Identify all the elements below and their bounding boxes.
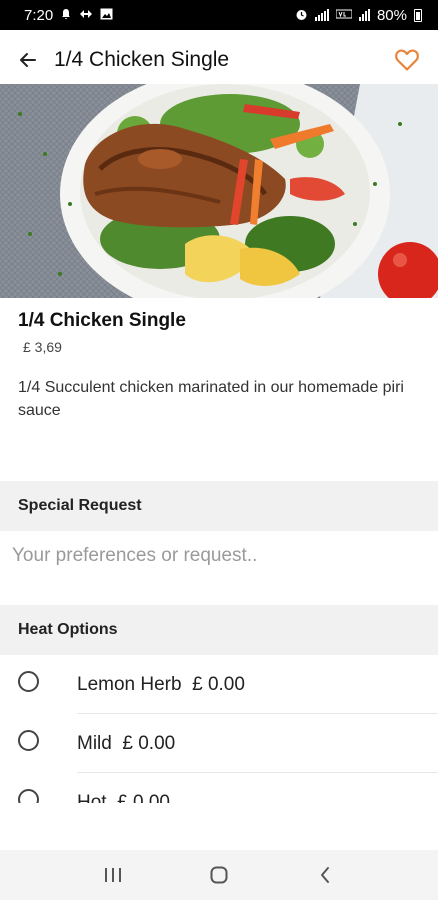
alarm-icon — [295, 8, 308, 23]
heat-options-header: Heat Options — [0, 605, 438, 655]
product-price: £ 3,69 — [23, 339, 62, 355]
heat-option-mild[interactable]: Mild £ 0.00 — [0, 714, 438, 773]
arrow-left-icon — [20, 53, 36, 67]
status-bar: 7:20 80% — [0, 0, 438, 30]
nav-back-button[interactable] — [303, 853, 347, 897]
product-description: 1/4 Succulent chicken marinated in our h… — [18, 379, 404, 419]
battery-icon — [414, 8, 422, 22]
heat-option-label: Hot £ 0.00 — [77, 792, 170, 803]
cast-icon — [79, 8, 93, 22]
status-right: 80% — [295, 7, 422, 24]
recent-apps-button[interactable] — [91, 853, 135, 897]
signal-icon-2 — [358, 9, 370, 21]
favorite-button[interactable] — [392, 45, 422, 75]
home-icon — [210, 866, 228, 884]
heat-option-lemon-herb[interactable]: Lemon Herb £ 0.00 — [0, 655, 438, 714]
back-icon — [321, 867, 329, 883]
product-image — [0, 84, 438, 298]
heat-option-label: Mild £ 0.00 — [77, 733, 176, 754]
recent-apps-icon — [105, 868, 121, 882]
radio-button[interactable] — [18, 730, 39, 751]
heat-options-list[interactable]: Lemon Herb £ 0.00 Mild £ 0.00 Hot £ 0.00 — [0, 655, 438, 803]
heart-outline-icon — [395, 49, 419, 71]
home-button[interactable] — [197, 853, 241, 897]
status-time: 7:20 — [24, 6, 54, 24]
battery-percent: 80% — [376, 6, 407, 24]
system-nav-bar — [0, 850, 438, 900]
notification-icon — [60, 8, 72, 22]
status-left: 7:20 — [24, 7, 113, 24]
volte-icon — [335, 8, 353, 22]
app-bar: 1/4 Chicken Single — [0, 30, 438, 90]
special-request-header: Special Request — [0, 481, 438, 531]
image-icon — [100, 8, 113, 22]
signal-icon — [314, 9, 329, 21]
radio-button[interactable] — [18, 789, 39, 803]
special-request-input[interactable] — [0, 531, 438, 581]
page-title: 1/4 Chicken Single — [54, 48, 230, 71]
back-button[interactable] — [16, 48, 40, 72]
product-name: 1/4 Chicken Single — [18, 310, 186, 331]
radio-button[interactable] — [18, 671, 39, 692]
heat-option-label: Lemon Herb £ 0.00 — [77, 674, 245, 695]
heat-option-hot[interactable]: Hot £ 0.00 — [0, 773, 438, 803]
